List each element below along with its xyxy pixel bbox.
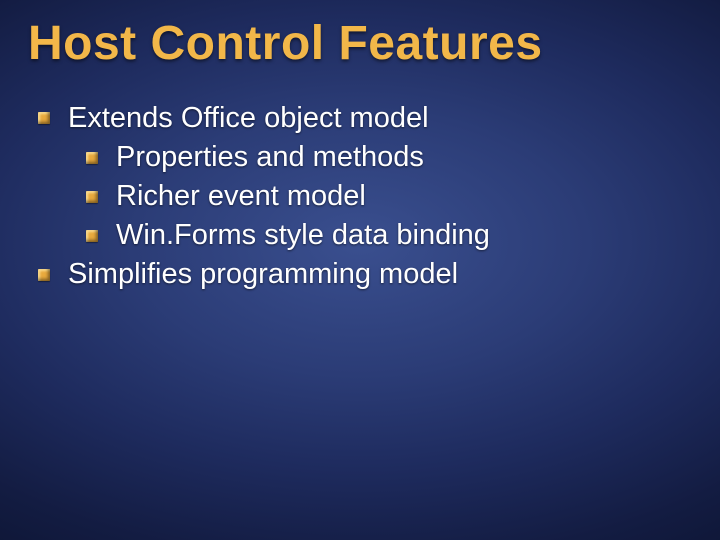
slide: Host Control Features Extends Office obj… [0,0,720,540]
list-item: Extends Office object model [38,99,692,138]
list-item-text: Simplifies programming model [68,255,458,294]
list-item-text: Win.Forms style data binding [116,216,490,255]
list-item-text: Richer event model [116,177,366,216]
bullet-icon [86,191,98,203]
list-item-text: Properties and methods [116,138,424,177]
list-item: Properties and methods [86,138,692,177]
bullet-icon [86,230,98,242]
bullet-list: Extends Office object model Properties a… [38,99,692,295]
list-item: Win.Forms style data binding [86,216,692,255]
bullet-icon [38,269,50,281]
list-item: Simplifies programming model [38,255,692,294]
list-item: Richer event model [86,177,692,216]
slide-title: Host Control Features [28,18,692,71]
bullet-icon [38,112,50,124]
bullet-icon [86,152,98,164]
list-item-text: Extends Office object model [68,99,429,138]
